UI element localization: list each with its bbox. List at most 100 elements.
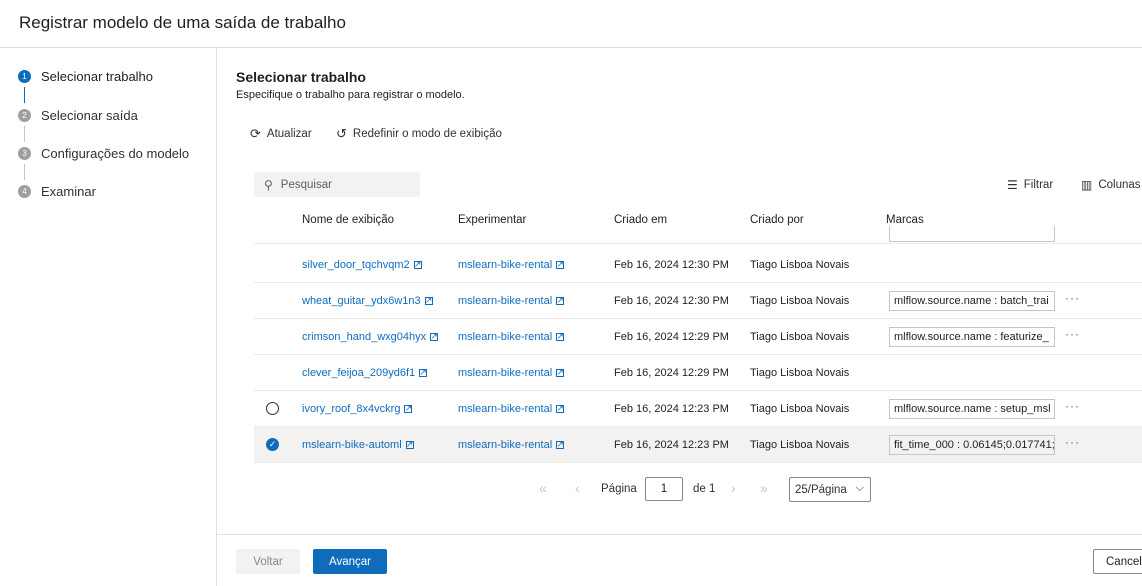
external-link-icon[interactable]: ↗ (556, 332, 565, 341)
table-row[interactable]: ✓ mslearn-bike-automl ↗ mslearn-bike-rental… (254, 427, 1142, 463)
table-row[interactable]: silver_door_tqchvqm2 ↗ mslearn-bike-rental… (254, 247, 1142, 283)
reset-view-button[interactable]: ↺ Redefinir o modo de exibição (336, 126, 502, 142)
step-number-2: 2 (18, 108, 31, 122)
external-link-icon[interactable]: ↗ (405, 440, 414, 449)
step-label: Selecionar saída (41, 107, 138, 123)
external-link-icon[interactable]: ↗ (556, 440, 565, 449)
created-on-cell: Feb 16, 2024 12:30 PM (614, 258, 729, 271)
next-page-icon[interactable]: › (731, 480, 736, 496)
columns-button[interactable]: ▥ Colunas (1081, 178, 1141, 192)
tag-chip: fit_time_000 : 0.06145;0.017741;1 (889, 435, 1055, 455)
first-page-icon[interactable]: « (539, 480, 547, 496)
column-header-created-by[interactable]: Criado por (750, 214, 804, 226)
run-name-cell: mslearn-bike-automl ↗ (302, 427, 414, 462)
experiment-cell: mslearn-bike-rental ↗ (458, 355, 565, 390)
column-header-name[interactable]: Nome de exibição (302, 214, 394, 226)
table-row[interactable]: clever_feijoa_209yd6f1 ↗ mslearn-bike-rent… (254, 355, 1142, 391)
created-by-cell: Tiago Lisboa Novais (750, 438, 850, 451)
more-icon[interactable]: ··· (1065, 327, 1080, 341)
step-connector (24, 126, 25, 142)
tag-chip: mlflow.source.name : setup_msl (889, 399, 1055, 419)
filter-label: Filtrar (1023, 179, 1054, 191)
page-number-input[interactable] (645, 477, 683, 501)
run-name-cell: silver_door_tqchvqm2 ↗ (302, 247, 422, 282)
external-link-icon[interactable]: ↗ (404, 404, 413, 413)
column-header-experiment[interactable]: Experimentar (458, 214, 526, 226)
external-link-icon[interactable]: ↗ (424, 296, 433, 305)
step-connector (24, 164, 25, 180)
pagination: « ‹ Página de 1 › » 25/Página ⌵ (217, 477, 1142, 502)
filter-icon: ☰ (1007, 178, 1018, 192)
run-name-link[interactable]: crimson_hand_wxg04hyx (302, 331, 426, 343)
main-content: Selecionar trabalho Especifique o trabal… (217, 48, 1142, 534)
row-radio[interactable] (266, 402, 279, 415)
step-review[interactable]: 4 Examinar (18, 181, 96, 201)
undo-icon: ↺ (336, 126, 347, 141)
section-description: Especifique o trabalho para registrar o … (236, 89, 465, 101)
filter-button[interactable]: ☰ Filtrar (1007, 178, 1053, 192)
more-icon[interactable]: ··· (1065, 399, 1080, 413)
cancel-button[interactable]: Cancel (1093, 549, 1142, 574)
run-name-cell: crimson_hand_wxg04hyx ↗ (302, 319, 439, 354)
dialog-title: Registrar modelo de uma saída de trabalh… (19, 13, 346, 32)
created-on-cell: Feb 16, 2024 12:29 PM (614, 330, 729, 343)
search-icon: ⚲ (264, 177, 273, 192)
experiment-link[interactable]: mslearn-bike-rental (458, 331, 552, 343)
run-name-link[interactable]: ivory_roof_8x4vckrg (302, 403, 400, 415)
external-link-icon[interactable]: ↗ (556, 296, 565, 305)
more-icon[interactable]: ··· (1065, 435, 1080, 449)
experiment-link[interactable]: mslearn-bike-rental (458, 403, 552, 415)
table-row[interactable]: ivory_roof_8x4vckrg ↗ mslearn-bike-rental ↗… (254, 391, 1142, 427)
table-row[interactable]: wheat_guitar_ydx6w1n3 ↗ mslearn-bike-renta… (254, 283, 1142, 319)
columns-icon: ▥ (1081, 178, 1093, 192)
search-box[interactable]: ⚲ (254, 172, 420, 197)
run-name-link[interactable]: clever_feijoa_209yd6f1 (302, 367, 415, 379)
table-row[interactable]: crimson_hand_wxg04hyx ↗ mslearn-bike-renta… (254, 319, 1142, 355)
step-model-settings[interactable]: 3 Configurações do modelo (18, 143, 189, 163)
page-count-label: de 1 (693, 483, 716, 495)
column-header-tags[interactable]: Marcas (886, 214, 924, 226)
run-name-cell: clever_feijoa_209yd6f1 ↗ (302, 355, 428, 390)
row-radio-checked[interactable]: ✓ (266, 438, 279, 451)
refresh-button[interactable]: ⟳ Atualizar (250, 126, 312, 142)
more-icon[interactable]: ··· (1065, 291, 1080, 305)
dialog-footer: Voltar Avançar Cancel (217, 534, 1142, 586)
external-link-icon[interactable]: ↗ (430, 332, 439, 341)
experiment-link[interactable]: mslearn-bike-rental (458, 367, 552, 379)
step-number-3: 3 (18, 146, 31, 160)
external-link-icon[interactable]: ↗ (556, 260, 565, 269)
external-link-icon[interactable]: ↗ (556, 404, 565, 413)
column-header-created-on[interactable]: Criado em (614, 214, 667, 226)
external-link-icon[interactable]: ↗ (413, 260, 422, 269)
experiment-cell: mslearn-bike-rental ↗ (458, 427, 565, 462)
page-size-select[interactable]: 25/Página ⌵ (789, 477, 871, 502)
search-input[interactable] (280, 178, 401, 191)
reset-view-label: Redefinir o modo de exibição (352, 128, 502, 140)
created-by-cell: Tiago Lisboa Novais (750, 330, 850, 343)
back-button[interactable]: Voltar (236, 549, 300, 574)
step-label: Examinar (41, 183, 96, 199)
created-by-cell: Tiago Lisboa Novais (750, 366, 850, 379)
prev-page-icon[interactable]: ‹ (575, 480, 580, 496)
run-name-link[interactable]: mslearn-bike-automl (302, 439, 402, 451)
run-name-cell: ivory_roof_8x4vckrg ↗ (302, 391, 413, 426)
external-link-icon[interactable]: ↗ (419, 368, 428, 377)
next-button[interactable]: Avançar (313, 549, 387, 574)
experiment-link[interactable]: mslearn-bike-rental (458, 439, 552, 451)
experiment-cell: mslearn-bike-rental ↗ (458, 391, 565, 426)
run-name-link[interactable]: wheat_guitar_ydx6w1n3 (302, 295, 421, 307)
run-name-cell: wheat_guitar_ydx6w1n3 ↗ (302, 283, 433, 318)
experiment-link[interactable]: mslearn-bike-rental (458, 295, 552, 307)
step-number-4: 4 (18, 184, 31, 198)
last-page-icon[interactable]: » (760, 480, 768, 496)
external-link-icon[interactable]: ↗ (556, 368, 565, 377)
run-name-link[interactable]: silver_door_tqchvqm2 (302, 259, 410, 271)
dialog-header: Registrar modelo de uma saída de trabalh… (0, 0, 1142, 48)
step-connector (24, 87, 25, 103)
tag-box (889, 226, 1055, 242)
step-select-output[interactable]: 2 Selecionar saída (18, 105, 138, 125)
experiment-link[interactable]: mslearn-bike-rental (458, 259, 552, 271)
refresh-icon: ⟳ (250, 126, 261, 141)
step-select-job[interactable]: 1 Selecionar trabalho (18, 66, 153, 86)
created-on-cell: Feb 16, 2024 12:23 PM (614, 438, 729, 451)
